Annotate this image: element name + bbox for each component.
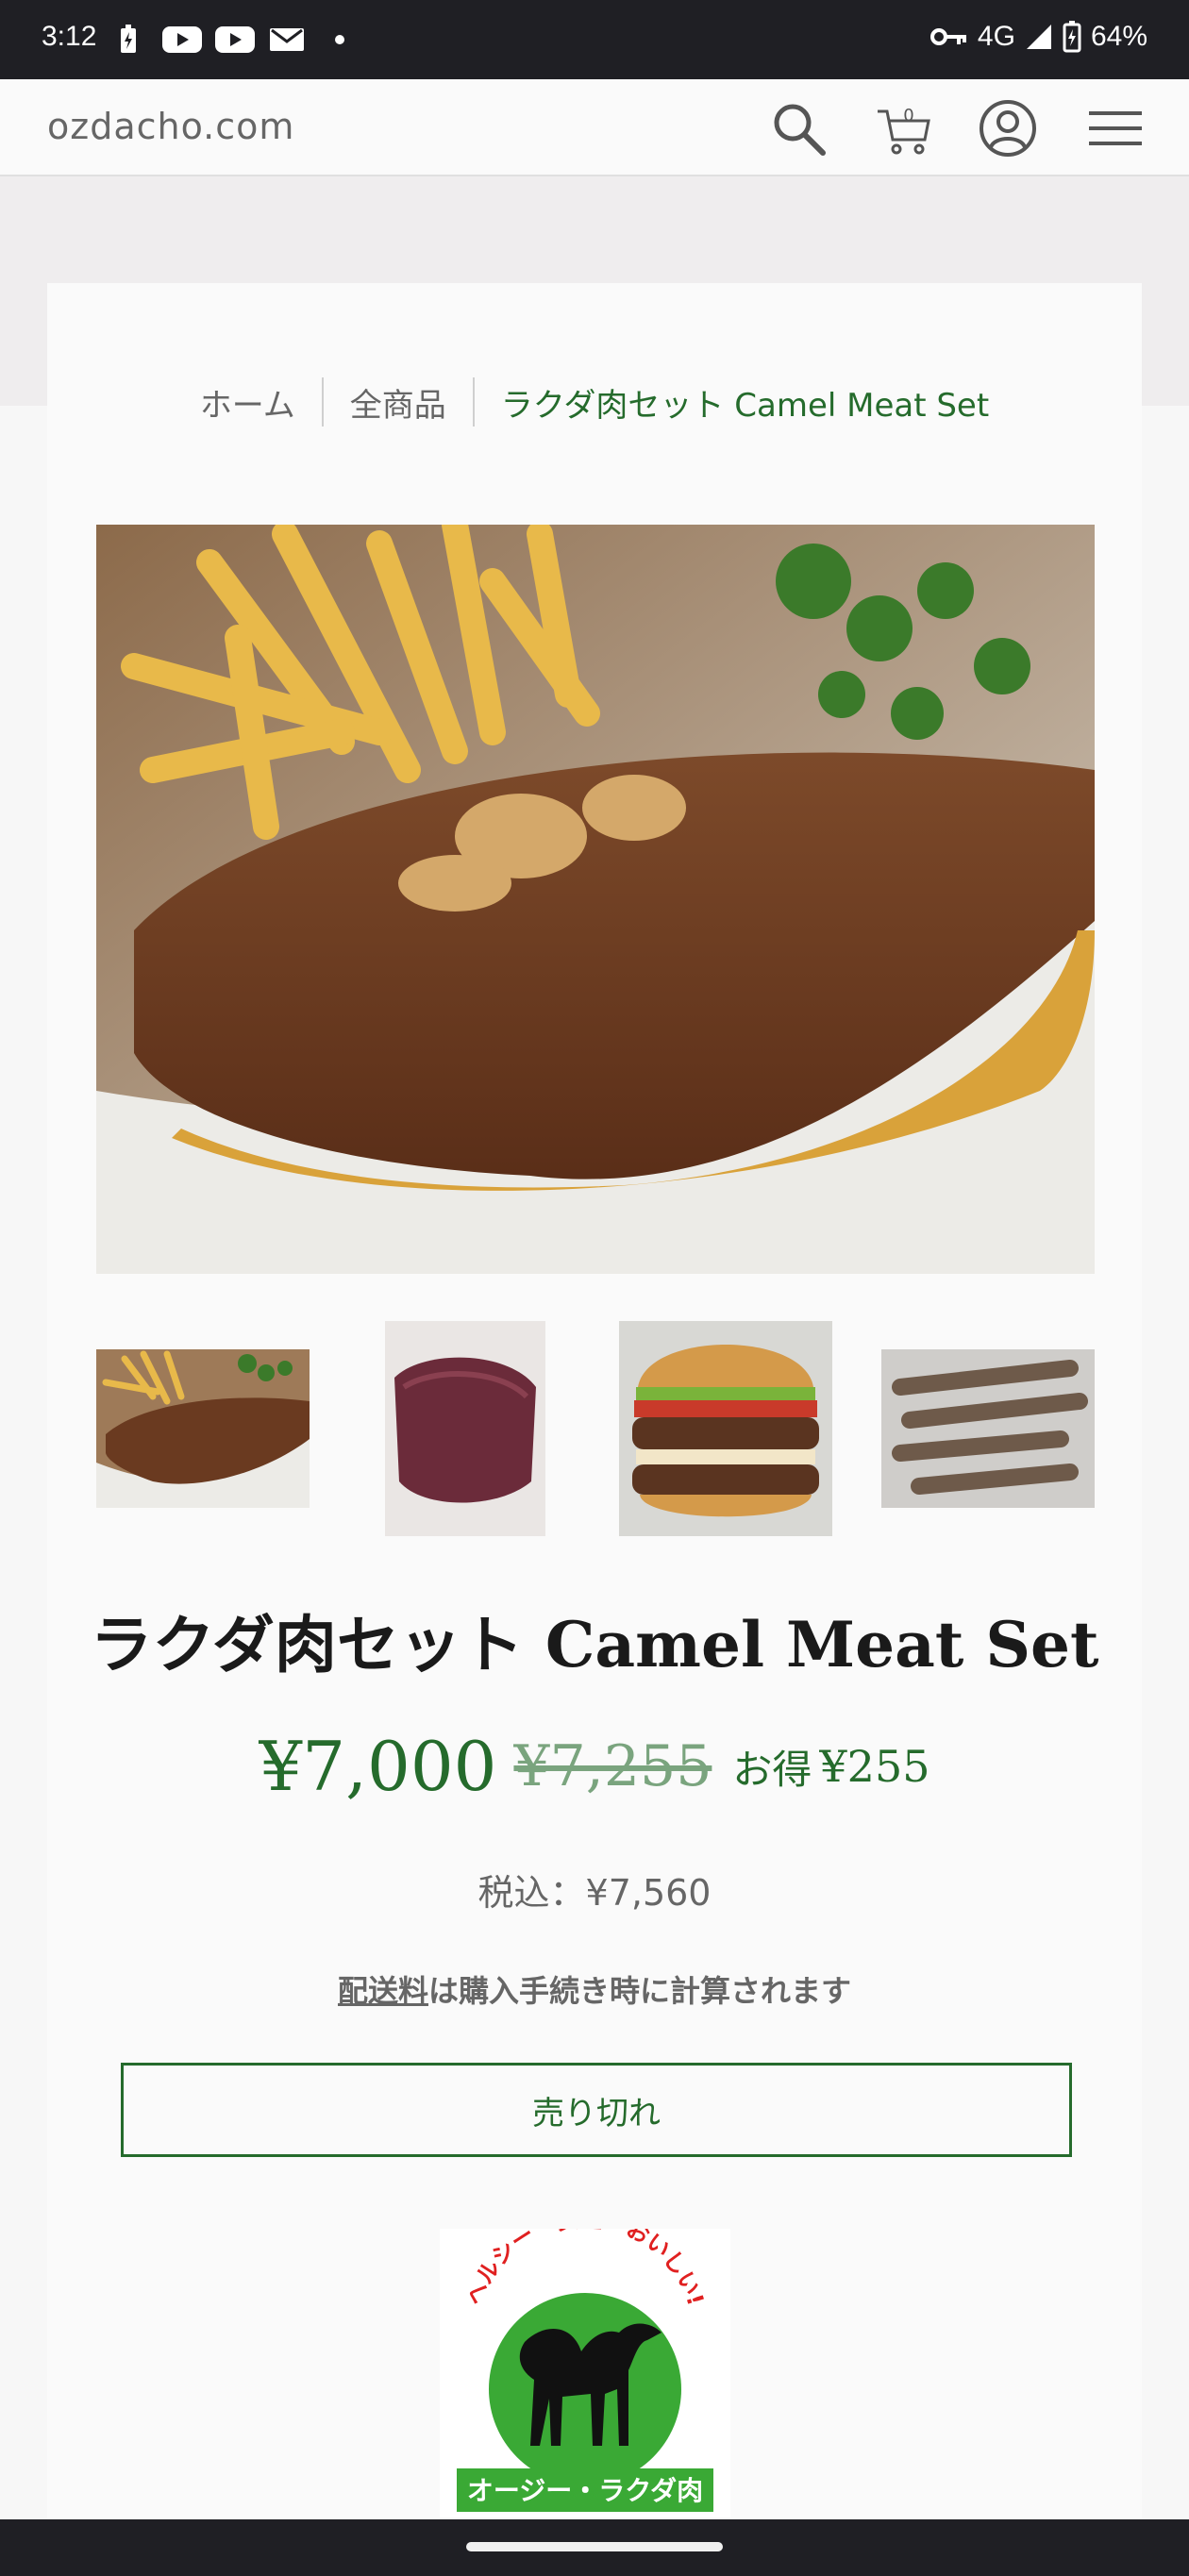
- shipping-text: は購入手続き時に計算されます: [428, 1973, 852, 2009]
- logo-banner-text: オージー・ラクダ肉: [467, 2475, 703, 2506]
- cart-icon: 0: [878, 106, 930, 155]
- vpn-key-icon: [929, 28, 966, 45]
- system-navigation-bar: [0, 2519, 1189, 2576]
- savings-amount: ¥255: [819, 1741, 930, 1792]
- breadcrumb-all-products[interactable]: 全商品: [324, 379, 473, 426]
- thumbnail-skewers[interactable]: [881, 1349, 1095, 1508]
- price-row: ¥7,000 ¥7,255 お得 ¥255: [0, 1727, 1189, 1806]
- search-button[interactable]: [766, 96, 830, 160]
- battery-level: 64%: [1090, 21, 1147, 52]
- dot-icon: [335, 35, 344, 44]
- shipping-note: 配送料は購入手続き時に計算されます: [0, 1967, 1189, 2011]
- main-product-image[interactable]: [96, 525, 1095, 1274]
- burger-thumbnail-image: [619, 1321, 832, 1536]
- home-gesture-handle[interactable]: [466, 2542, 723, 2551]
- steak-photo: [96, 525, 1095, 1274]
- product-title: ラクダ肉セット Camel Meat Set: [90, 1608, 1099, 1681]
- thumbnail-raw-meat[interactable]: [385, 1321, 545, 1536]
- youtube-icon: [162, 26, 202, 53]
- shipping-link[interactable]: 配送料: [338, 1973, 428, 2009]
- network-type: 4G: [977, 21, 1015, 52]
- status-bar: 3:12 4G 64%: [0, 0, 1189, 79]
- sold-out-button[interactable]: 売り切れ: [121, 2063, 1072, 2157]
- battery-charging-icon: [121, 25, 136, 53]
- savings-label: お得: [732, 1746, 812, 1793]
- raw-meat-thumbnail-image: [385, 1321, 545, 1536]
- skewers-thumbnail-image: [881, 1349, 1095, 1508]
- battery-icon: [1063, 21, 1081, 53]
- menu-button[interactable]: [1083, 96, 1147, 160]
- breadcrumb-home[interactable]: ホーム: [174, 379, 322, 426]
- site-name[interactable]: ozdacho.com: [47, 106, 294, 147]
- brand-logo: ヘルシー・安全・おいしい! オージー・ラクダ肉: [440, 2205, 730, 2517]
- steak-thumbnail-image: [96, 1349, 310, 1508]
- tax-included-price: 税込：¥7,560: [477, 1872, 712, 1914]
- account-button[interactable]: [976, 96, 1040, 160]
- youtube-icon: [215, 26, 255, 53]
- account-icon: [980, 100, 1036, 157]
- site-header: ozdacho.com 0: [0, 79, 1189, 176]
- mail-icon: [270, 28, 304, 51]
- status-indicators: 4G 64%: [929, 21, 1147, 53]
- compare-at-price: ¥7,255: [513, 1733, 712, 1799]
- hamburger-menu-icon: [1089, 111, 1142, 145]
- status-time: 3:12: [42, 21, 97, 52]
- signal-icon: [1026, 25, 1051, 49]
- cart-count: 0: [903, 106, 913, 125]
- sale-price: ¥7,000: [259, 1727, 497, 1806]
- thumbnail-burger[interactable]: [619, 1321, 832, 1536]
- cart-button[interactable]: 0: [872, 96, 936, 160]
- camel-logo: ヘルシー・安全・おいしい! オージー・ラクダ肉: [457, 2205, 713, 2512]
- thumbnail-steak[interactable]: [96, 1349, 310, 1508]
- breadcrumb: ホーム 全商品 ラクダ肉セット Camel Meat Set: [0, 377, 1189, 427]
- search-icon: [774, 104, 826, 156]
- breadcrumb-current: ラクダ肉セット Camel Meat Set: [500, 386, 990, 425]
